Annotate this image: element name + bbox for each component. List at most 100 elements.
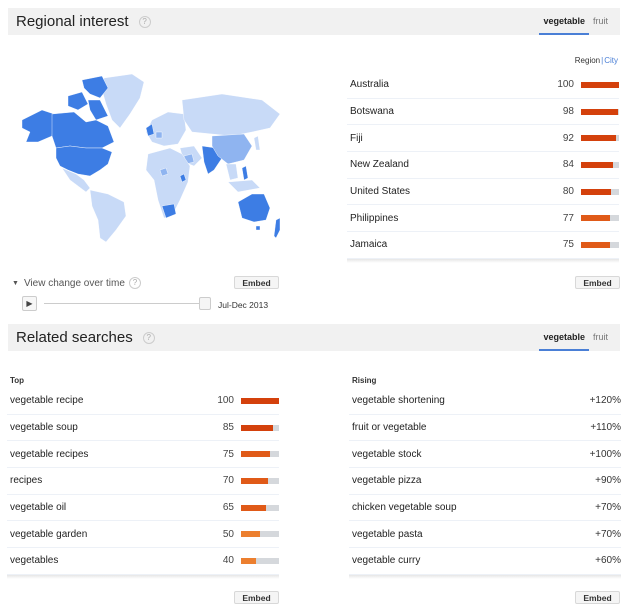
tab-fruit[interactable]: fruit	[589, 324, 612, 351]
top-embed-button[interactable]: Embed	[234, 591, 279, 604]
world-map[interactable]	[12, 70, 282, 245]
item-bar-fill	[241, 397, 279, 404]
item-change: +120%	[589, 395, 621, 407]
list-item[interactable]: Australia 100	[347, 72, 619, 99]
item-label: vegetable pizza	[352, 475, 422, 487]
list-item[interactable]: Jamaica 75	[347, 232, 619, 259]
item-label: Philippines	[350, 212, 399, 224]
item-bar-fill	[241, 451, 270, 458]
list-item[interactable]: chicken vegetable soup +70%	[349, 495, 621, 522]
list-item[interactable]: recipes 70	[7, 468, 279, 495]
item-bar-fill	[241, 424, 274, 431]
regional-list: Australia 100 Botswana 98 Fiji 92 New Zealand 8…	[347, 72, 619, 263]
timeline-track[interactable]	[44, 303, 200, 304]
list-item[interactable]: vegetable recipes 75	[7, 441, 279, 469]
item-change: +110%	[590, 422, 621, 434]
item-bar	[581, 241, 619, 248]
list-item[interactable]: vegetable soup 85	[7, 415, 279, 442]
item-bar-fill	[581, 81, 619, 88]
item-label: vegetable recipe	[10, 395, 84, 407]
item-bar	[581, 81, 619, 88]
item-label: Fiji	[350, 132, 363, 144]
item-label: vegetables	[10, 555, 59, 567]
list-item[interactable]: vegetable recipe 100	[7, 388, 279, 415]
list-item[interactable]: vegetable stock +100%	[349, 441, 621, 469]
map-region-greenland	[101, 73, 145, 129]
item-change: +70%	[595, 502, 621, 514]
tab-vegetable[interactable]: vegetable	[539, 324, 589, 351]
list-item[interactable]: United States 80	[347, 179, 619, 206]
item-value: 70	[222, 475, 234, 487]
item-value: 98	[562, 106, 574, 118]
item-bar-fill	[241, 557, 257, 564]
item-label: fruit or vegetable	[352, 422, 427, 434]
view-change-over-time[interactable]: ▼ View change over time ?	[12, 277, 141, 289]
item-bar	[241, 397, 279, 404]
regional-tabs: vegetable fruit	[539, 8, 612, 35]
item-bar-fill	[241, 531, 260, 538]
region-city-toggle: Region|City	[575, 56, 618, 65]
list-item[interactable]: vegetable oil 65	[7, 495, 279, 522]
list-item[interactable]: fruit or vegetable +110%	[349, 415, 621, 442]
related-searches-header: Related searches ? vegetable fruit	[8, 324, 620, 351]
item-bar	[581, 188, 619, 195]
list-item[interactable]: Fiji 92	[347, 125, 619, 153]
list-item[interactable]: vegetable pasta +70%	[349, 521, 621, 549]
item-bar-fill	[581, 241, 610, 248]
tab-fruit[interactable]: fruit	[589, 8, 612, 35]
list-divider	[347, 258, 619, 263]
rising-embed-button[interactable]: Embed	[575, 591, 620, 604]
map-region-russia	[181, 93, 281, 137]
item-bar	[581, 215, 619, 222]
item-bar	[241, 504, 279, 511]
toggle-separator: |	[601, 56, 604, 65]
related-searches-title: Related searches	[16, 329, 133, 346]
list-item[interactable]: vegetable shortening +120%	[349, 388, 621, 415]
rising-searches-list: vegetable shortening +120% fruit or vegeta…	[349, 388, 621, 579]
play-button[interactable]: ▶	[22, 296, 37, 311]
timeline-handle[interactable]	[199, 297, 211, 310]
map-region-canada	[51, 111, 115, 149]
list-item[interactable]: Botswana 98	[347, 99, 619, 126]
list-item[interactable]: New Zealand 84	[347, 152, 619, 179]
list-item[interactable]: vegetables 40	[7, 548, 279, 575]
item-label: vegetable curry	[352, 555, 421, 567]
tab-vegetable[interactable]: vegetable	[539, 8, 589, 35]
list-item[interactable]: Philippines 77	[347, 205, 619, 233]
item-label: vegetable stock	[352, 448, 422, 460]
item-label: vegetable shortening	[352, 395, 445, 407]
caret-down-icon: ▼	[12, 279, 19, 287]
item-value: 85	[222, 422, 234, 434]
help-icon[interactable]: ?	[138, 15, 151, 28]
item-label: Jamaica	[350, 239, 388, 251]
item-bar	[241, 424, 279, 431]
help-icon[interactable]: ?	[128, 277, 141, 289]
item-label: New Zealand	[350, 159, 409, 171]
map-embed-button[interactable]: Embed	[234, 276, 279, 289]
item-label: Botswana	[350, 106, 394, 118]
item-label: vegetable soup	[10, 422, 78, 434]
item-label: vegetable pasta	[352, 528, 423, 540]
regional-interest-title: Regional interest	[16, 13, 129, 30]
top-heading: Top	[10, 376, 25, 385]
item-bar	[241, 531, 279, 538]
city-toggle[interactable]: City	[604, 56, 618, 65]
list-item[interactable]: vegetable pizza +90%	[349, 468, 621, 495]
item-value: 84	[562, 159, 574, 171]
item-label: recipes	[10, 475, 43, 487]
item-value: 100	[557, 79, 574, 91]
rising-heading: Rising	[352, 376, 377, 385]
help-icon[interactable]: ?	[142, 331, 155, 344]
item-value: 75	[562, 239, 574, 251]
item-label: chicken vegetable soup	[352, 502, 457, 514]
item-label: vegetable recipes	[10, 448, 89, 460]
regional-embed-button[interactable]: Embed	[575, 276, 620, 289]
item-value: 40	[222, 555, 234, 567]
list-item[interactable]: vegetable curry +60%	[349, 548, 621, 575]
play-icon: ▶	[26, 299, 33, 308]
region-toggle[interactable]: Region	[575, 56, 600, 65]
item-bar-fill	[581, 135, 616, 142]
list-divider	[7, 574, 279, 579]
list-item[interactable]: vegetable garden 50	[7, 521, 279, 549]
item-value: 92	[562, 132, 574, 144]
